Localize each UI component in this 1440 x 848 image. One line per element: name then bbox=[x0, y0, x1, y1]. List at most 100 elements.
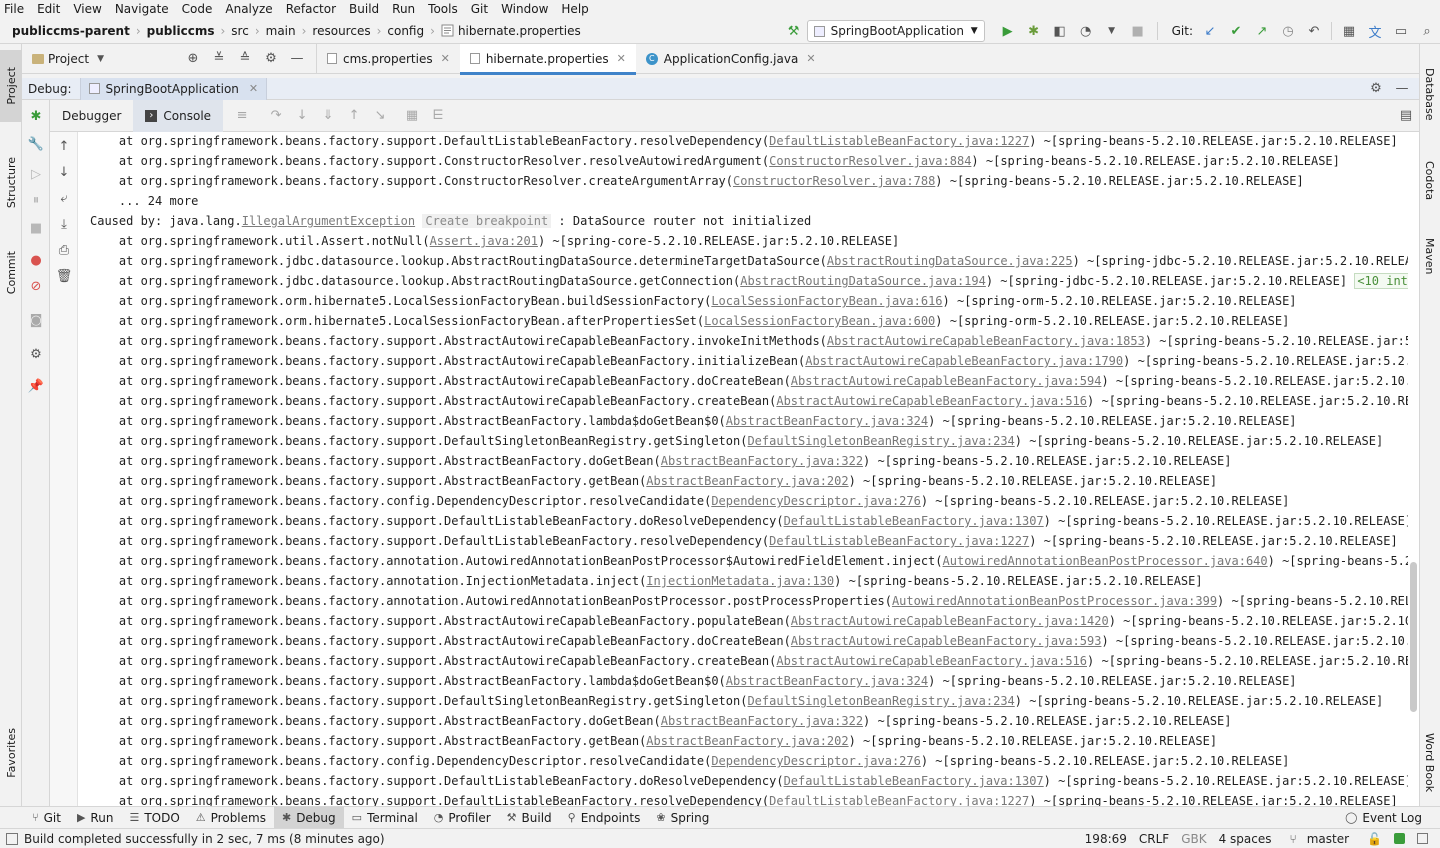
close-icon[interactable]: ✕ bbox=[441, 52, 450, 65]
mute-breakpoints-icon[interactable]: ⊘ bbox=[26, 276, 46, 296]
menu-navigate[interactable]: Navigate bbox=[115, 2, 175, 16]
menu-view[interactable]: View bbox=[73, 2, 107, 16]
step-out-icon[interactable]: ↑ bbox=[344, 106, 364, 126]
source-link[interactable]: AbstractAutowireCapableBeanFactory.java:… bbox=[791, 634, 1102, 648]
tool-window-terminal[interactable]: ▭ Terminal bbox=[344, 807, 426, 829]
event-log-button[interactable]: ◯ Event Log bbox=[1337, 807, 1430, 829]
tool-window-git[interactable]: ⑂ Git bbox=[24, 807, 69, 829]
gear-icon[interactable]: ⚙ bbox=[1366, 79, 1386, 99]
close-icon[interactable]: ✕ bbox=[617, 52, 626, 65]
tool-tab-structure[interactable]: Structure bbox=[0, 140, 22, 226]
git-branch[interactable]: ⑂ master bbox=[1284, 832, 1356, 846]
history-icon[interactable]: ◷ bbox=[1278, 21, 1298, 41]
presentation-icon[interactable]: ▭ bbox=[1391, 21, 1411, 41]
tab-debugger[interactable]: Debugger bbox=[50, 100, 133, 132]
tool-window-build[interactable]: ⚒ Build bbox=[499, 807, 560, 829]
cursor-position[interactable]: 198:69 bbox=[1085, 832, 1127, 846]
tool-window-profiler[interactable]: ◔ Profiler bbox=[426, 807, 499, 829]
menu-analyze[interactable]: Analyze bbox=[225, 2, 278, 16]
evaluate-icon[interactable]: ▦ bbox=[402, 106, 422, 126]
menu-git[interactable]: Git bbox=[471, 2, 494, 16]
project-structure-icon[interactable]: ▦ bbox=[1339, 21, 1359, 41]
gear-icon[interactable]: ⚙ bbox=[261, 49, 281, 69]
modify-config-icon[interactable]: 🔧 bbox=[26, 134, 46, 154]
file-encoding[interactable]: GBK bbox=[1181, 832, 1206, 846]
resume-icon[interactable]: ▷ bbox=[26, 164, 46, 184]
camera-icon[interactable]: ◙ bbox=[26, 310, 46, 330]
chevron-down-icon[interactable]: ▼ bbox=[1102, 21, 1122, 41]
menu-code[interactable]: Code bbox=[182, 2, 219, 16]
source-link[interactable]: AbstractAutowireCapableBeanFactory.java:… bbox=[776, 394, 1087, 408]
menu-edit[interactable]: Edit bbox=[37, 2, 66, 16]
close-icon[interactable]: ✕ bbox=[249, 82, 258, 95]
trash-icon[interactable]: 🗑 bbox=[54, 266, 74, 286]
source-link[interactable]: DefaultListableBeanFactory.java:1227 bbox=[769, 534, 1029, 548]
source-link[interactable]: AutowiredAnnotationBeanPostProcessor.jav… bbox=[943, 554, 1268, 568]
menu-help[interactable]: Help bbox=[561, 2, 594, 16]
hide-icon[interactable]: — bbox=[287, 49, 307, 69]
breadcrumb-item[interactable]: publiccms bbox=[147, 24, 215, 38]
menu-refactor[interactable]: Refactor bbox=[286, 2, 342, 16]
menu-file[interactable]: File bbox=[4, 2, 30, 16]
tool-tab-maven[interactable]: Maven bbox=[1419, 228, 1440, 284]
tool-window-endpoints[interactable]: ⚲ Endpoints bbox=[560, 807, 649, 829]
source-link[interactable]: InjectionMetadata.java:130 bbox=[646, 574, 834, 588]
source-link[interactable]: LocalSessionFactoryBean.java:616 bbox=[711, 294, 942, 308]
tool-window-todo[interactable]: ☰ TODO bbox=[121, 807, 187, 829]
close-icon[interactable]: ✕ bbox=[806, 52, 815, 65]
tool-tab-project[interactable]: Project bbox=[0, 50, 22, 122]
breadcrumb-item[interactable]: main bbox=[266, 24, 296, 38]
source-link[interactable]: LocalSessionFactoryBean.java:600 bbox=[704, 314, 935, 328]
source-link[interactable]: DependencyDescriptor.java:276 bbox=[711, 754, 921, 768]
tool-tab-codota[interactable]: Codota bbox=[1419, 150, 1440, 212]
source-link[interactable]: AbstractBeanFactory.java:202 bbox=[646, 734, 848, 748]
source-link[interactable]: AbstractRoutingDataSource.java:225 bbox=[827, 254, 1073, 268]
menu-build[interactable]: Build bbox=[349, 2, 385, 16]
expand-all-icon[interactable]: ≚ bbox=[209, 49, 229, 69]
tool-window-debug[interactable]: ✱ Debug bbox=[273, 806, 344, 829]
hammer-icon[interactable]: ⚒ bbox=[784, 21, 804, 41]
tool-window-spring[interactable]: ❀ Spring bbox=[648, 807, 717, 829]
force-step-into-icon[interactable]: ⇓ bbox=[318, 106, 338, 126]
internal-calls-badge[interactable]: <10 internal ca bbox=[1354, 273, 1408, 289]
scroll-to-end-icon[interactable]: ⤓ bbox=[54, 214, 74, 234]
breadcrumb-item[interactable]: src bbox=[231, 24, 249, 38]
source-link[interactable]: DefaultListableBeanFactory.java:1227 bbox=[769, 794, 1029, 806]
run-icon[interactable]: ▶ bbox=[998, 21, 1018, 41]
editor-tab[interactable]: C ApplicationConfig.java ✕ bbox=[636, 44, 826, 74]
collapse-all-icon[interactable]: ≙ bbox=[235, 49, 255, 69]
source-link[interactable]: AbstractAutowireCapableBeanFactory.java:… bbox=[776, 654, 1087, 668]
trace-icon[interactable]: ⋿ bbox=[428, 106, 448, 126]
print-icon[interactable]: ⎙ bbox=[54, 240, 74, 260]
search-icon[interactable]: ⌕ bbox=[1417, 21, 1437, 41]
breadcrumb-item[interactable]: config bbox=[387, 24, 424, 38]
source-link[interactable]: AbstractAutowireCapableBeanFactory.java:… bbox=[791, 374, 1102, 388]
tool-tab-favorites[interactable]: Favorites bbox=[0, 710, 22, 796]
tab-console[interactable]: › Console bbox=[133, 99, 224, 132]
soft-wrap-icon[interactable]: ⤶ bbox=[54, 188, 74, 208]
tool-window-problems[interactable]: ⚠ Problems bbox=[188, 807, 274, 829]
view-breakpoints-icon[interactable]: ● bbox=[26, 250, 46, 270]
gear-icon[interactable]: ⚙ bbox=[26, 344, 46, 364]
git-update-icon[interactable]: ↙ bbox=[1200, 21, 1220, 41]
source-link[interactable]: DefaultSingletonBeanRegistry.java:234 bbox=[747, 694, 1014, 708]
source-link[interactable]: AbstractBeanFactory.java:322 bbox=[661, 454, 863, 468]
list-icon[interactable]: ≡ bbox=[232, 106, 252, 126]
menu-tools[interactable]: Tools bbox=[428, 2, 464, 16]
source-link[interactable]: AbstractAutowireCapableBeanFactory.java:… bbox=[827, 334, 1145, 348]
run-configuration-select[interactable]: SpringBootApplication ▼ bbox=[806, 20, 985, 42]
source-link[interactable]: DefaultListableBeanFactory.java:1307 bbox=[784, 514, 1044, 528]
source-link[interactable]: AbstractRoutingDataSource.java:194 bbox=[740, 274, 986, 288]
chevron-down-icon[interactable]: ▼ bbox=[97, 54, 104, 64]
pause-icon[interactable]: ⏸ bbox=[26, 190, 46, 210]
source-link[interactable]: DefaultSingletonBeanRegistry.java:234 bbox=[747, 434, 1014, 448]
profile-icon[interactable]: ◔ bbox=[1076, 21, 1096, 41]
lock-icon[interactable]: 🔓 bbox=[1367, 832, 1382, 846]
tool-tab-word-book[interactable]: Word Book bbox=[1419, 728, 1440, 798]
translate-icon[interactable]: 文 bbox=[1365, 21, 1385, 41]
run-to-cursor-icon[interactable]: ↘ bbox=[370, 106, 390, 126]
source-link[interactable]: AbstractBeanFactory.java:202 bbox=[646, 474, 848, 488]
tool-tab-commit[interactable]: Commit bbox=[0, 240, 22, 306]
source-link[interactable]: AbstractAutowireCapableBeanFactory.java:… bbox=[791, 614, 1109, 628]
down-icon[interactable]: ↓ bbox=[54, 162, 74, 182]
